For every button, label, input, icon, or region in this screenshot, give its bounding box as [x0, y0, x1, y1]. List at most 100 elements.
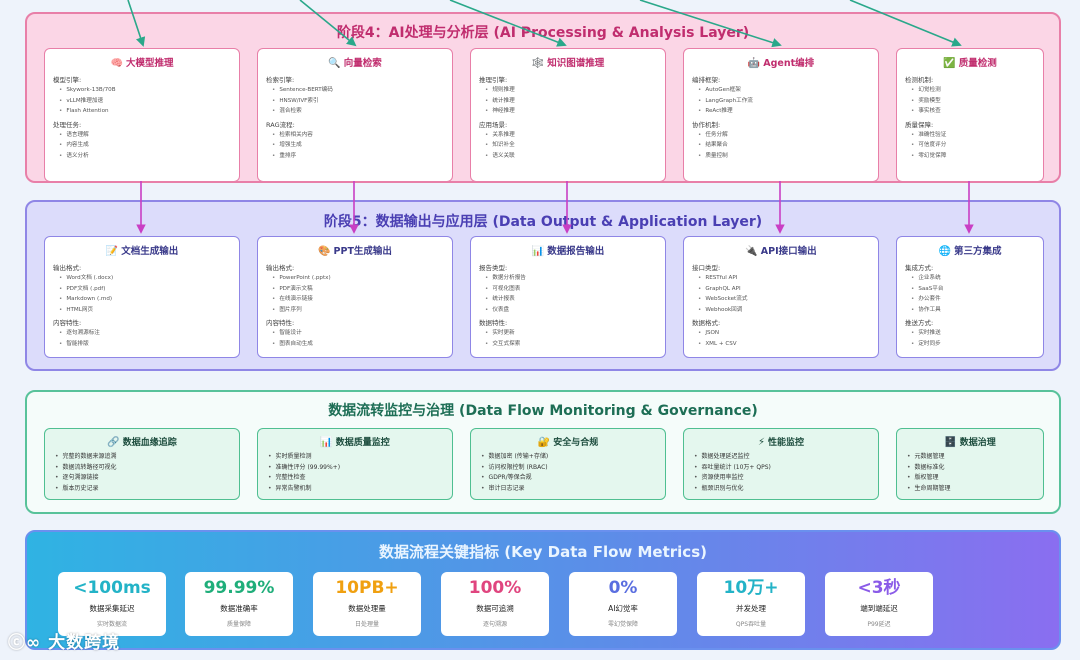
card-title: 🧠 大模型推理	[110, 58, 174, 69]
card-report-output[interactable]: 📊数据报告输出 报告类型: 数据分析报告 可视化图表 统计报表 仪表盘 数据特性…	[470, 236, 666, 358]
list-item: 版权管理	[905, 473, 1035, 484]
metric-sub: P99延迟	[867, 621, 891, 628]
card-title: 🔌 API接口输出	[745, 246, 817, 257]
list-item: RESTful API	[692, 273, 870, 284]
card-api-output[interactable]: 🔌API接口输出 接口类型: RESTful API GraphQL API W…	[683, 236, 879, 358]
card-title: 🤖 Agent编排	[747, 58, 815, 69]
list-item: 语义关联	[479, 151, 657, 162]
list-item: GraphQL API	[692, 284, 870, 295]
section-label: 质量保障:	[905, 120, 934, 129]
list-item: ReAct推理	[692, 106, 870, 117]
section-label: 编排框架:	[692, 76, 721, 84]
metric-card-latency: <100ms 数据采集延迟 实时数据流	[58, 572, 166, 636]
list-item: 内容生成	[53, 140, 231, 151]
card-title: 🌐 第三方集成	[938, 246, 1002, 257]
list-item: 定时同步	[905, 339, 1035, 350]
metric-value: 100%	[468, 578, 522, 598]
card-knowledge-graph[interactable]: 🕸️知识图谱推理 推理引擎: 规则推理 统计推理 神经推理 应用场景: 关系推理…	[470, 48, 666, 182]
list-item: 数据处理延迟监控	[692, 452, 870, 463]
section-label: RAG流程:	[266, 120, 295, 129]
list-item: 数据标准化	[905, 463, 1035, 474]
card-data-governance[interactable]: 🗄️数据治理 元数据管理 数据标准化 版权管理 生命周期管理	[896, 428, 1044, 500]
list-item: 结果聚合	[692, 140, 870, 151]
plug-icon: 🔌	[745, 246, 758, 257]
card-third-party[interactable]: 🌐第三方集成 集成方式: 企业系统 SaaS平台 办公套件 协作工具 推送方式:…	[896, 236, 1044, 358]
card-quality-check[interactable]: ✅质量检测 检测机制: 幻觉检测 奖励模型 事实核查 质量保障: 准确性验证 可…	[896, 48, 1044, 182]
section-label: 输出格式:	[266, 264, 295, 272]
metric-card-accuracy: 99.99% 数据准确率 质量保障	[185, 572, 293, 636]
list-item: 在线演示链接	[266, 294, 444, 305]
section-label: 处理任务:	[53, 120, 82, 129]
list-item: 可视化图表	[479, 284, 657, 295]
list-item: 仪表盘	[479, 305, 657, 316]
magnifier-icon: 🔍	[328, 58, 341, 69]
chart-icon: 📊	[531, 246, 545, 257]
list-item: 交互式探索	[479, 339, 657, 350]
list-item: 图表自动生成	[266, 339, 444, 350]
card-agent-orchestration[interactable]: 🤖Agent编排 编排框架: AutoGen框架 LangGraph工作流 Re…	[683, 48, 879, 182]
metric-sub: 零幻觉保障	[607, 621, 638, 628]
list-item: 语义分析	[53, 151, 231, 162]
check-icon: ✅	[943, 58, 956, 69]
list-item: 完整性检查	[266, 473, 444, 484]
card-title: 🗄️ 数据治理	[944, 437, 996, 448]
card-performance-monitor[interactable]: ⚡性能监控 数据处理延迟监控 吞吐量统计 (10万+ QPS) 资源使用率监控 …	[683, 428, 879, 500]
card-data-lineage[interactable]: 🔗数据血缘追踪 完整的数据来源追溯 数据流转路径可视化 逐句溯源链接 版本历史记…	[44, 428, 240, 500]
list-item: 协作工具	[905, 305, 1035, 316]
section-label: 检测机制:	[905, 76, 934, 84]
card-llm-inference[interactable]: 🧠大模型推理 模型引擎: Skywork-13B/70B vLLM推理加速 Fl…	[44, 48, 240, 182]
list-item: AutoGen框架	[692, 85, 870, 96]
metric-label: AI幻觉率	[608, 604, 638, 613]
stage5-layer: 阶段5：数据输出与应用层 (Data Output & Application …	[25, 200, 1061, 371]
card-quality-monitor[interactable]: 📊数据质量监控 实时质量检测 准确性评分 (99.99%+) 完整性检查 异常告…	[257, 428, 453, 500]
metric-card-hallucination: 0% AI幻觉率 零幻觉保障	[569, 572, 677, 636]
list-item: 实时质量检测	[266, 452, 444, 463]
list-item: PDF文档 (.pdf)	[53, 284, 231, 295]
list-item: 关系推理	[479, 130, 657, 141]
list-item: 混合检索	[266, 106, 444, 117]
list-item: Webhook回调	[692, 305, 870, 316]
card-vector-retrieval[interactable]: 🔍向量检索 检索引擎: Sentence-BERT编码 HNSW/IVF索引 混…	[257, 48, 453, 182]
section-label: 数据格式:	[692, 319, 721, 327]
list-item: WebSocket流式	[692, 294, 870, 305]
metric-label: 端到端延迟	[860, 604, 898, 613]
list-item: 规则推理	[479, 85, 657, 96]
list-item: 奖励模型	[905, 96, 1035, 107]
metric-sub: QPS吞吐量	[735, 621, 767, 628]
list-item: 零幻觉保障	[905, 151, 1035, 162]
list-item: HNSW/IVF索引	[266, 96, 444, 107]
robot-icon: 🤖	[747, 58, 761, 69]
list-item: 生命周期管理	[905, 484, 1035, 495]
list-item: 神经推理	[479, 106, 657, 117]
list-item: PDF演示文稿	[266, 284, 444, 295]
metric-card-concurrency: 10万+ 并发处理 QPS吞吐量	[697, 572, 805, 636]
metric-value: <100ms	[73, 578, 151, 598]
list-item: 准确性评分 (99.99%+)	[266, 463, 444, 474]
metric-sub: 日处理量	[354, 621, 379, 628]
list-item: Word文档 (.docx)	[53, 273, 231, 284]
card-title: 🕸️ 知识图谱推理	[531, 58, 605, 69]
list-item: 准确性验证	[905, 130, 1035, 141]
card-security-compliance[interactable]: 🔐安全与合规 数据加密 (传输+存储) 访问权限控制 (RBAC) GDPR/等…	[470, 428, 666, 500]
section-label: 报告类型:	[479, 264, 508, 272]
lightning-icon: ⚡	[757, 437, 765, 448]
list-item: XML + CSV	[692, 339, 870, 350]
section-label: 应用场景:	[479, 120, 508, 129]
section-label: 集成方式:	[905, 264, 934, 272]
card-title: 📊 数据报告输出	[531, 246, 605, 257]
card-ppt-output[interactable]: 🎨PPT生成输出 输出格式: PowerPoint (.pptx) PDF演示文…	[257, 236, 453, 358]
section-label: 模型引擎:	[53, 76, 82, 84]
list-item: 统计报表	[479, 294, 657, 305]
graph-icon: 🕸️	[531, 58, 545, 69]
section-label: 输出格式:	[53, 264, 82, 272]
metric-card-traceability: 100% 数据可追溯 逐句溯源	[441, 572, 549, 636]
section-label: 协作机制:	[692, 120, 721, 129]
list-item: 事实核查	[905, 106, 1035, 117]
globe-icon: 🌐	[938, 246, 951, 257]
section-label: 内容特性:	[53, 319, 82, 327]
metric-sub: 逐句溯源	[482, 621, 507, 628]
card-doc-output[interactable]: 📝文档生成输出 输出格式: Word文档 (.docx) PDF文档 (.pdf…	[44, 236, 240, 358]
list-item: SaaS平台	[905, 284, 1035, 295]
bar-chart-icon: 📊	[320, 437, 333, 448]
list-item: 增强生成	[266, 140, 444, 151]
